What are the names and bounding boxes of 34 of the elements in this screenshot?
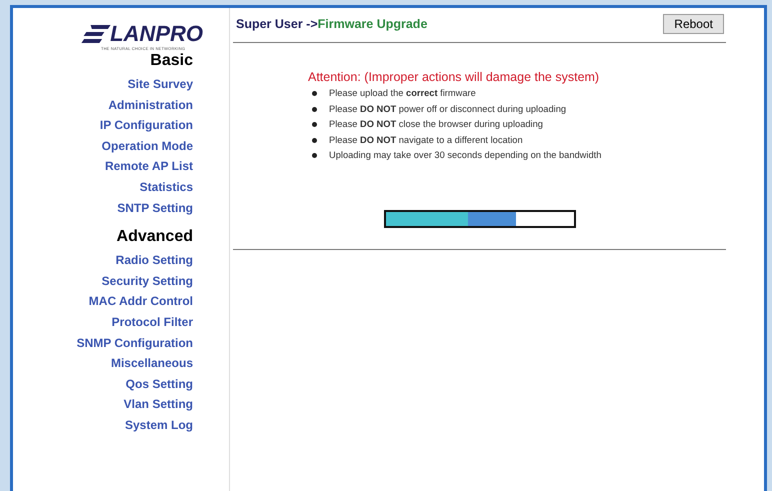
sidebar-link[interactable]: Remote AP List [104,156,193,177]
bullet-icon [312,91,317,96]
note-text: Please DO NOT power off or disconnect during uploading [329,102,566,116]
sidebar-link[interactable]: Site Survey [128,74,193,95]
attention-message: Attention: (Improper actions will damage the system) [308,70,600,84]
note-text: Please upload the correct firmware [329,87,476,100]
section-heading: Basic [150,51,193,71]
note-text: Please DO NOT close the browser during uploading [329,118,543,131]
sidebar-link[interactable]: Vlan Setting [124,394,193,415]
note-text: Please DO NOT navigate to a different location [329,134,523,147]
breadcrumb-parent: Super User -> [236,17,318,31]
reboot-button[interactable]: Reboot [663,14,724,34]
bullet-icon [312,153,317,158]
sidebar-link[interactable]: IP Configuration [100,115,193,136]
sidebar-link[interactable]: Statistics [140,176,193,198]
sidebar-link[interactable]: Operation Mode [102,136,193,156]
sidebar-link[interactable]: SNTP Setting [117,198,193,218]
bullet-icon [312,106,317,112]
sidebar-link[interactable]: Radio Setting [116,250,193,271]
sidebar-link[interactable]: Security Setting [102,270,193,292]
logo-wordmark: LANPRO [110,23,203,45]
bullet-icon [312,122,317,128]
sidebar-link[interactable]: Administration [108,94,193,116]
sidebar-link[interactable]: SNMP Configuration [76,332,193,354]
bullet-icon [312,138,317,143]
sidebar-link[interactable]: Protocol Filter [112,312,193,333]
sidebar-link[interactable]: System Log [124,414,193,436]
sidebar-link[interactable]: Qos Setting [126,374,193,394]
sidebar-link[interactable]: MAC Addr Control [88,291,193,312]
sidebar-link[interactable]: Miscellaneous [110,353,193,374]
logo-icon [82,25,111,43]
section-heading: Advanced [116,227,193,248]
note-text: Uploading may take over 30 seconds depending on the bandwidth [329,149,602,162]
page-title: Firmware Upgrade [318,17,428,31]
